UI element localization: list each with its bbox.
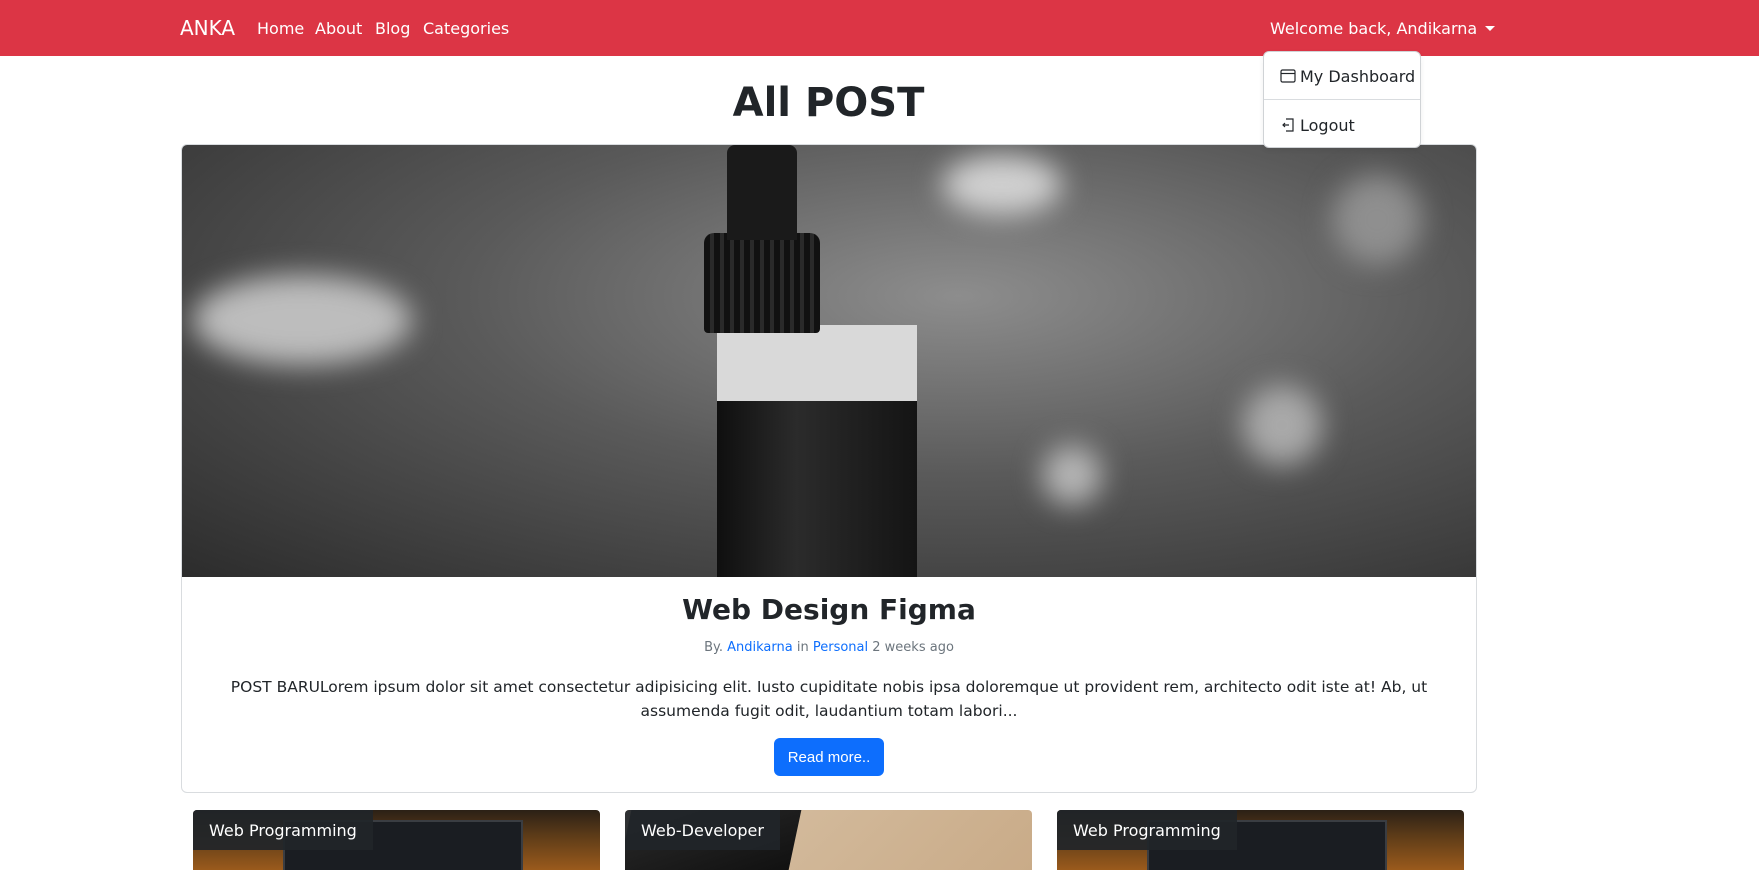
welcome-text: Welcome back, Andikarna [1270, 19, 1478, 38]
read-more-button[interactable]: Read more.. [774, 738, 884, 776]
dropdown-item-label: Logout [1300, 115, 1355, 135]
dropdown-item-logout[interactable]: Logout [1280, 113, 1355, 137]
post-card-image[interactable]: Web-Developer [625, 810, 1032, 870]
nav-link-categories[interactable]: Categories [423, 19, 509, 38]
post-title[interactable]: Web Design Figma [182, 593, 1476, 626]
meta-prefix: By. [704, 640, 723, 655]
logout-icon [1282, 118, 1294, 132]
caret-down-icon [1485, 26, 1496, 31]
post-category-link[interactable]: Personal [813, 640, 868, 655]
nav-link-blog[interactable]: Blog [375, 19, 410, 38]
featured-post-card: Web Design Figma By. Andikarna in Person… [181, 144, 1477, 793]
nav-link-home[interactable]: Home [257, 19, 304, 38]
post-card-image[interactable]: Web Programming [1057, 810, 1464, 870]
user-dropdown-menu: My Dashboard Logout [1263, 51, 1421, 148]
user-menu-toggle[interactable]: Welcome back, Andikarna [1270, 19, 1496, 38]
post-meta: By. Andikarna in Personal 2 weeks ago [182, 640, 1476, 655]
post-excerpt: POST BARULorem ipsum dolor sit amet cons… [230, 678, 1428, 720]
window-icon [1280, 69, 1296, 83]
category-badge[interactable]: Web Programming [1057, 810, 1237, 850]
post-time: 2 weeks ago [872, 640, 954, 655]
meta-in: in [796, 640, 809, 655]
brand-logo[interactable]: ANKA [180, 16, 235, 40]
category-badge[interactable]: Web Programming [193, 810, 373, 850]
dropdown-item-label: My Dashboard [1300, 66, 1416, 86]
dropdown-divider [1264, 99, 1420, 100]
featured-post-image[interactable] [182, 145, 1476, 577]
post-author-link[interactable]: Andikarna [727, 640, 793, 655]
category-badge[interactable]: Web-Developer [625, 810, 780, 850]
nav-link-about[interactable]: About [315, 19, 362, 38]
navbar: ANKA Home About Blog Categories Welcome … [0, 0, 1759, 56]
post-card-image[interactable]: Web Programming [193, 810, 600, 870]
dropdown-item-dashboard[interactable]: My Dashboard [1280, 64, 1415, 88]
